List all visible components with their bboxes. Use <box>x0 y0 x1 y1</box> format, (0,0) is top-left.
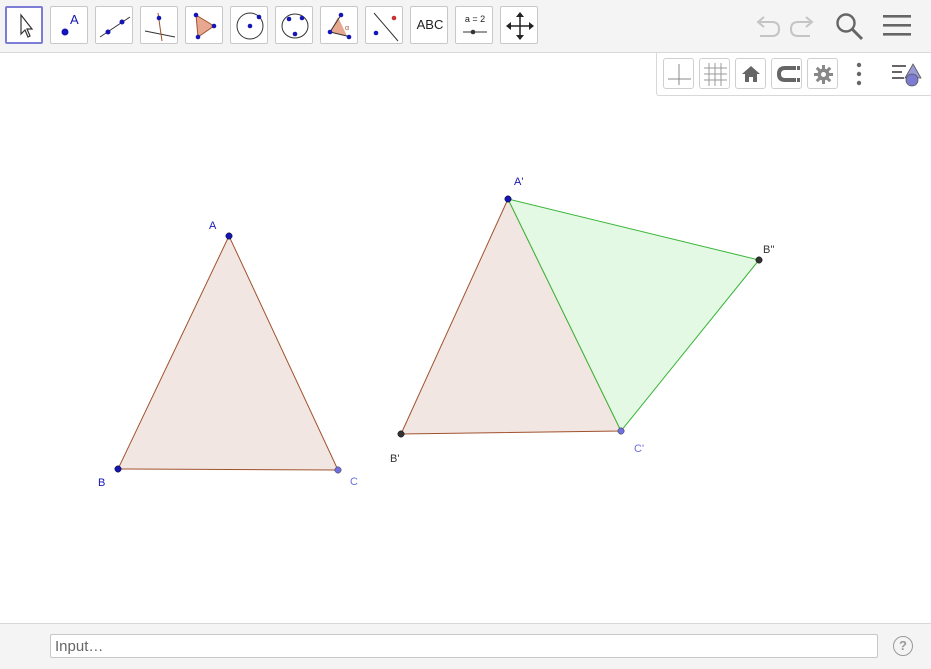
point-b-prime[interactable] <box>397 430 405 438</box>
redo-icon[interactable] <box>788 10 818 42</box>
help-icon[interactable]: ? <box>893 636 913 656</box>
point-a-prime[interactable] <box>504 195 512 203</box>
line-icon <box>99 16 131 38</box>
label-c[interactable]: C <box>350 476 358 488</box>
conic-tool-button[interactable] <box>275 6 313 44</box>
label-a-prime[interactable]: A' <box>514 176 523 188</box>
menu-icon[interactable] <box>882 10 912 42</box>
point-c-prime[interactable] <box>617 427 625 435</box>
label-b-double-prime[interactable]: B'' <box>763 244 775 256</box>
search-icon[interactable] <box>834 10 866 42</box>
algebra-input[interactable] <box>50 634 878 658</box>
main-toolbar: A α ABC a = 2 <box>0 0 931 53</box>
point-b[interactable] <box>114 465 122 473</box>
line-tool-button[interactable] <box>95 6 133 44</box>
reflect-tool-button[interactable] <box>365 6 403 44</box>
move-tool-button[interactable] <box>5 6 43 44</box>
conic-icon <box>281 13 309 39</box>
label-b[interactable]: B <box>98 477 105 489</box>
point-b-double-prime[interactable] <box>755 256 763 264</box>
angle-tool-button[interactable]: α <box>320 6 358 44</box>
geometry-drawing <box>114 195 763 474</box>
circle-icon <box>236 12 264 40</box>
angle-icon: α <box>327 12 352 40</box>
perpendicular-icon <box>144 12 176 42</box>
label-a[interactable]: A <box>209 220 216 232</box>
move-arrows-icon <box>506 12 534 40</box>
text-tool-button[interactable]: ABC <box>410 6 448 44</box>
label-c-prime[interactable]: C' <box>634 443 644 455</box>
point-a[interactable] <box>225 232 233 240</box>
label-b-prime[interactable]: B' <box>390 453 399 465</box>
point-tool-letter: A <box>70 12 79 27</box>
slider-icon <box>463 29 487 35</box>
slider-tool-button[interactable]: a = 2 <box>455 6 493 44</box>
cursor-icon <box>20 13 34 38</box>
triangle-abc[interactable] <box>117 234 339 471</box>
svg-text:α: α <box>345 25 349 32</box>
move-graphics-view-tool-button[interactable] <box>500 6 538 44</box>
graphics-view[interactable]: A B C A' B' C' B'' <box>0 53 931 623</box>
polygon-icon <box>193 12 217 40</box>
text-tool-label: ABC <box>416 17 444 32</box>
polygon-tool-button[interactable] <box>185 6 223 44</box>
input-bar: ? <box>0 623 931 669</box>
perpendicular-line-tool-button[interactable] <box>140 6 178 44</box>
point-c[interactable] <box>334 466 342 474</box>
undo-icon[interactable] <box>752 10 782 42</box>
reflect-icon <box>373 12 399 42</box>
point-tool-button[interactable]: A <box>50 6 88 44</box>
circle-tool-button[interactable] <box>230 6 268 44</box>
